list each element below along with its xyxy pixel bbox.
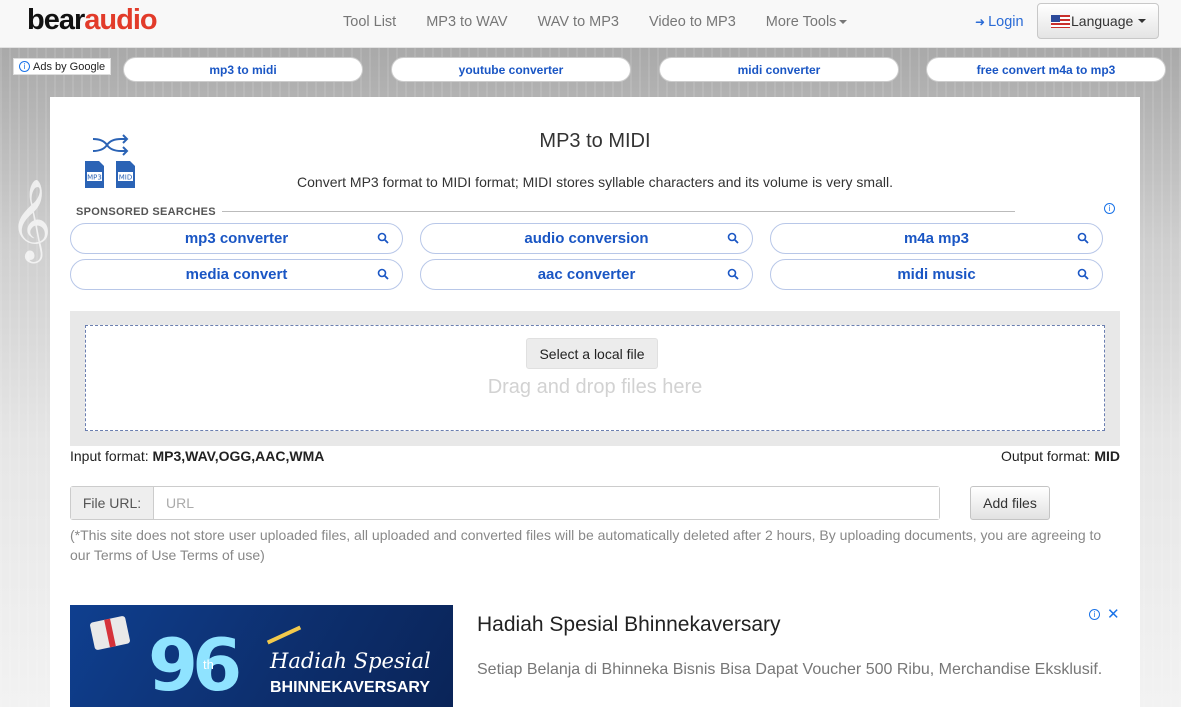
sponsored-search-pill[interactable]: mp3 converter bbox=[70, 223, 403, 254]
ads-by-google-badge[interactable]: i Ads by Google bbox=[13, 58, 112, 75]
search-icon bbox=[727, 268, 739, 280]
ad-image-line1: Hadiah Spesial bbox=[270, 649, 431, 673]
search-icon bbox=[377, 268, 389, 280]
logo-text-bear: bear bbox=[27, 4, 85, 36]
page-subtitle: Convert MP3 format to MIDI format; MIDI … bbox=[297, 174, 893, 190]
close-icon[interactable]: ✕ bbox=[1107, 605, 1120, 623]
nav-tool-list[interactable]: Tool List bbox=[343, 14, 396, 30]
sponsored-search-pill[interactable]: aac converter bbox=[420, 259, 753, 290]
gift-box-graphic bbox=[89, 615, 131, 651]
login-label: Login bbox=[988, 14, 1024, 30]
input-format-label: Input format: bbox=[70, 448, 149, 464]
upload-area: Select a local file Drag and drop files … bbox=[70, 311, 1120, 446]
sponsored-search-label: aac converter bbox=[537, 266, 636, 283]
select-local-file-button[interactable]: Select a local file bbox=[526, 338, 658, 369]
file-url-label: File URL: bbox=[71, 487, 154, 519]
ad-controls: i ✕ bbox=[1089, 605, 1120, 623]
nav-video-to-mp3[interactable]: Video to MP3 bbox=[649, 14, 736, 30]
search-icon bbox=[727, 232, 739, 244]
sponsored-search-label: m4a mp3 bbox=[903, 230, 970, 247]
info-icon[interactable]: i bbox=[1089, 608, 1100, 620]
nav-more-tools-label: More Tools bbox=[765, 14, 837, 30]
sponsored-search-pill[interactable]: m4a mp3 bbox=[770, 223, 1103, 254]
background-clef-glyph: 𝄞 bbox=[10, 178, 52, 260]
sponsored-search-label: media convert bbox=[185, 266, 288, 283]
language-dropdown[interactable]: Language bbox=[1037, 3, 1159, 39]
sponsored-heading: SPONSORED SEARCHES bbox=[76, 206, 222, 218]
add-files-button[interactable]: Add files bbox=[970, 486, 1050, 520]
ad-title[interactable]: Hadiah Spesial Bhinnekaversary bbox=[477, 613, 781, 637]
ad-image-suffix: th bbox=[203, 657, 214, 672]
file-url-input[interactable] bbox=[154, 487, 939, 519]
us-flag-icon bbox=[1051, 14, 1070, 28]
page-title: MP3 to MIDI bbox=[539, 130, 651, 152]
chevron-down-icon bbox=[1138, 19, 1147, 23]
ads-by-label: Ads by Google bbox=[33, 60, 106, 73]
main-nav: Tool List MP3 to WAV WAV to MP3 Video to… bbox=[343, 14, 877, 30]
sponsored-search-pill[interactable]: audio conversion bbox=[420, 223, 753, 254]
ad-banner-image[interactable]: 96 th Hadiah Spesial BHINNEKAVERSARY bbox=[70, 605, 453, 707]
sponsored-search-label: mp3 converter bbox=[184, 230, 289, 247]
logo-text-audio: audio bbox=[84, 4, 157, 36]
input-format-value: MP3,WAV,OGG,AAC,WMA bbox=[152, 448, 325, 464]
output-format-info: Output format: MID bbox=[1001, 448, 1120, 464]
sponsored-search-pill[interactable]: midi music bbox=[770, 259, 1103, 290]
decorative-stroke bbox=[266, 625, 302, 645]
drag-drop-hint: Drag and drop files here bbox=[487, 376, 703, 398]
search-icon bbox=[377, 232, 389, 244]
chevron-down-icon bbox=[839, 20, 848, 24]
ad-image-line2: BHINNEKAVERSARY bbox=[270, 679, 431, 696]
info-icon[interactable]: i bbox=[1104, 203, 1115, 214]
info-icon: i bbox=[19, 61, 30, 72]
nav-wav-to-mp3[interactable]: WAV to MP3 bbox=[538, 14, 619, 30]
output-format-label: Output format: bbox=[1000, 448, 1091, 464]
search-icon bbox=[1077, 268, 1089, 280]
ad-link-pill[interactable]: youtube converter bbox=[391, 57, 631, 82]
nav-more-tools[interactable]: More Tools bbox=[766, 14, 848, 30]
top-navbar: bearaudio Tool List MP3 to WAV WAV to MP… bbox=[0, 0, 1181, 48]
sign-in-icon: ➜ bbox=[975, 15, 986, 29]
ad-link-pill[interactable]: midi converter bbox=[659, 57, 899, 82]
input-format-info: Input format: MP3,WAV,OGG,AAC,WMA bbox=[70, 448, 324, 464]
sponsored-search-label: audio conversion bbox=[524, 230, 649, 247]
output-format-value: MID bbox=[1094, 448, 1120, 464]
login-link[interactable]: ➜ Login bbox=[975, 14, 1024, 30]
file-url-group: File URL: bbox=[70, 486, 940, 520]
sponsored-search-label: midi music bbox=[897, 266, 976, 283]
search-icon bbox=[1077, 232, 1089, 244]
drop-zone[interactable]: Select a local file Drag and drop files … bbox=[85, 325, 1105, 431]
nav-mp3-to-wav[interactable]: MP3 to WAV bbox=[426, 14, 507, 30]
ad-image-number: 96 bbox=[148, 623, 242, 707]
ad-description: Setiap Belanja di Bhinneka Bisnis Bisa D… bbox=[477, 661, 1103, 678]
converter-panel: MP3 MID MP3 to MIDI Convert MP3 format t… bbox=[50, 97, 1140, 707]
ad-link-pill[interactable]: mp3 to midi bbox=[123, 57, 363, 82]
sponsored-search-pill[interactable]: media convert bbox=[70, 259, 403, 290]
language-label: Language bbox=[1071, 13, 1134, 29]
site-logo[interactable]: bearaudio bbox=[27, 3, 158, 37]
ad-link-pill[interactable]: free convert m4a to mp3 bbox=[926, 57, 1166, 82]
disclaimer-text: (*This site does not store user uploaded… bbox=[70, 527, 1102, 563]
